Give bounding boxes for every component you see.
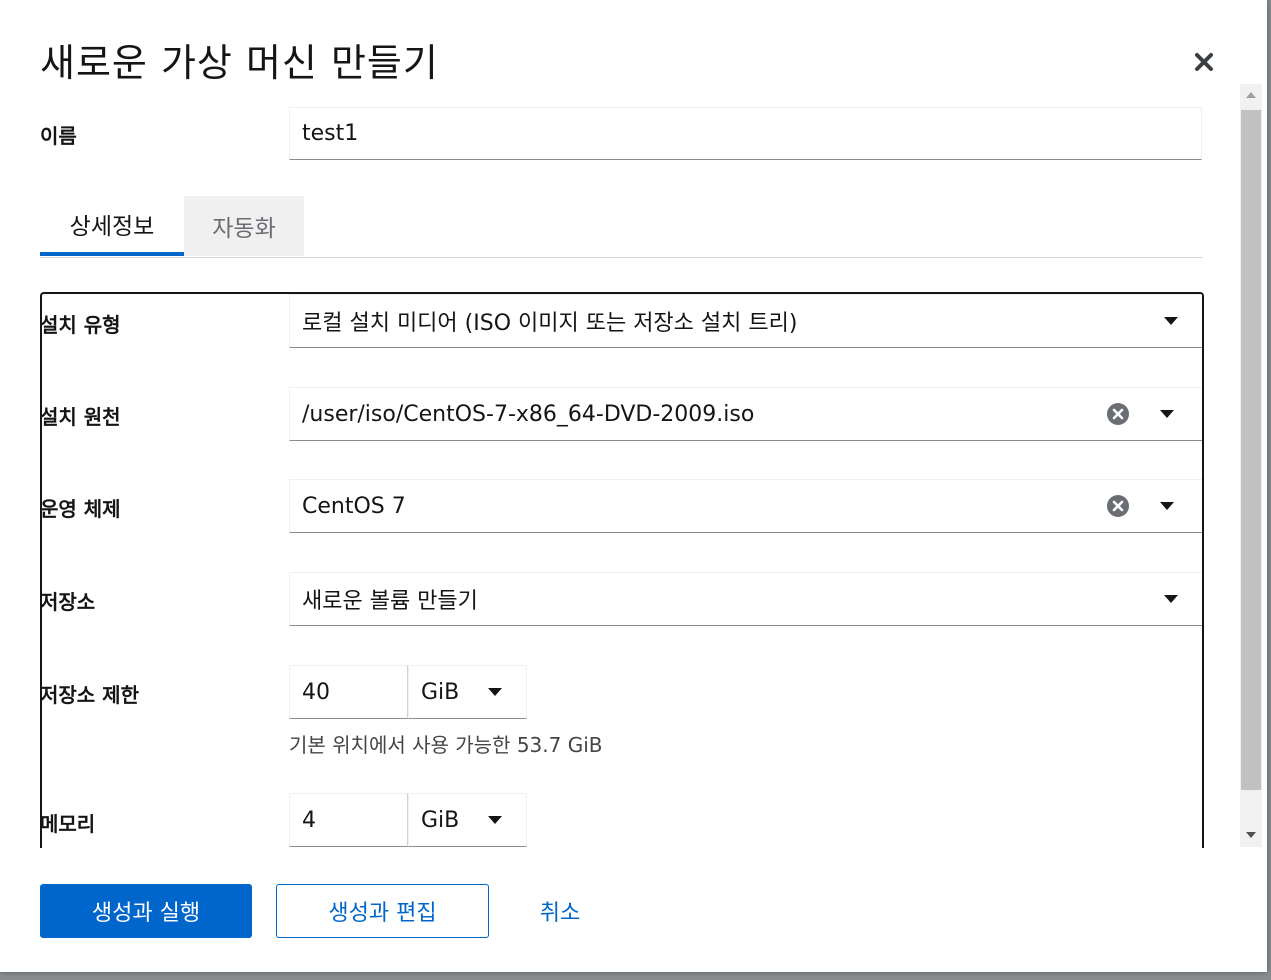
scroll-up-arrow[interactable] bbox=[1240, 84, 1262, 106]
details-form: 설치 유형 로컬 설치 미디어 (ISO 이미지 또는 저장소 설치 트리) 설… bbox=[40, 292, 1204, 848]
caret-down-icon bbox=[1164, 317, 1178, 325]
storage-limit-label: 저장소 제한 bbox=[40, 683, 139, 707]
clear-circle-icon bbox=[1107, 495, 1129, 517]
close-icon bbox=[1195, 53, 1213, 71]
create-and-run-button[interactable]: 생성과 실행 bbox=[40, 884, 252, 938]
cancel-button[interactable]: 취소 bbox=[520, 884, 600, 938]
storage-select[interactable]: 새로운 볼륨 만들기 bbox=[289, 572, 1202, 626]
storage-limit-input[interactable] bbox=[289, 665, 408, 719]
create-vm-dialog: 새로운 가상 머신 만들기 이름 상세정보 자동화 설치 유형 로컬 설치 미디… bbox=[0, 0, 1267, 972]
memory-input[interactable] bbox=[289, 793, 408, 847]
install-source-select[interactable]: /user/iso/CentOS-7-x86_64-DVD-2009.iso bbox=[289, 387, 1202, 441]
memory-label: 메모리 bbox=[40, 812, 96, 836]
install-type-value: 로컬 설치 미디어 (ISO 이미지 또는 저장소 설치 트리) bbox=[302, 311, 798, 336]
scroll-down-arrow[interactable] bbox=[1240, 824, 1262, 846]
caret-down-icon bbox=[1246, 832, 1256, 838]
tab-automation[interactable]: 자동화 bbox=[184, 196, 304, 256]
caret-up-icon bbox=[1246, 92, 1256, 98]
caret-down-icon bbox=[1164, 595, 1178, 603]
os-toggle[interactable] bbox=[1152, 480, 1182, 532]
install-source-value: /user/iso/CentOS-7-x86_64-DVD-2009.iso bbox=[302, 401, 755, 427]
clear-circle-icon bbox=[1107, 403, 1129, 425]
os-label: 운영 체제 bbox=[40, 497, 121, 521]
caret-down-icon bbox=[488, 816, 502, 824]
storage-label: 저장소 bbox=[40, 590, 96, 614]
caret-down-icon bbox=[488, 688, 502, 696]
caret-down-icon bbox=[1160, 410, 1174, 418]
name-label: 이름 bbox=[40, 124, 77, 148]
install-type-select[interactable]: 로컬 설치 미디어 (ISO 이미지 또는 저장소 설치 트리) bbox=[289, 294, 1202, 348]
clear-install-source-button[interactable] bbox=[1103, 388, 1133, 440]
install-source-toggle[interactable] bbox=[1152, 388, 1182, 440]
memory-unit-select[interactable]: GiB bbox=[408, 793, 527, 847]
memory-unit: GiB bbox=[421, 807, 460, 833]
scrollbar[interactable] bbox=[1240, 84, 1262, 847]
caret-down-icon bbox=[1160, 502, 1174, 510]
storage-limit-unit: GiB bbox=[421, 679, 460, 705]
storage-limit-unit-select[interactable]: GiB bbox=[408, 665, 527, 719]
tab-bar: 상세정보 자동화 bbox=[40, 196, 1202, 258]
storage-value: 새로운 볼륨 만들기 bbox=[302, 589, 478, 614]
install-source-label: 설치 원천 bbox=[40, 405, 121, 429]
close-button[interactable] bbox=[1188, 46, 1220, 78]
clear-os-button[interactable] bbox=[1103, 480, 1133, 532]
scroll-thumb[interactable] bbox=[1241, 110, 1261, 790]
name-input[interactable] bbox=[289, 107, 1202, 160]
install-type-label: 설치 유형 bbox=[40, 313, 121, 337]
os-select[interactable]: CentOS 7 bbox=[289, 479, 1202, 533]
os-value: CentOS 7 bbox=[302, 493, 406, 519]
tab-details[interactable]: 상세정보 bbox=[40, 196, 184, 256]
storage-limit-helper-text: 기본 위치에서 사용 가능한 53.7 GiB bbox=[289, 733, 603, 757]
dialog-title: 새로운 가상 머신 만들기 bbox=[40, 41, 439, 85]
create-and-edit-button[interactable]: 생성과 편집 bbox=[276, 884, 489, 938]
